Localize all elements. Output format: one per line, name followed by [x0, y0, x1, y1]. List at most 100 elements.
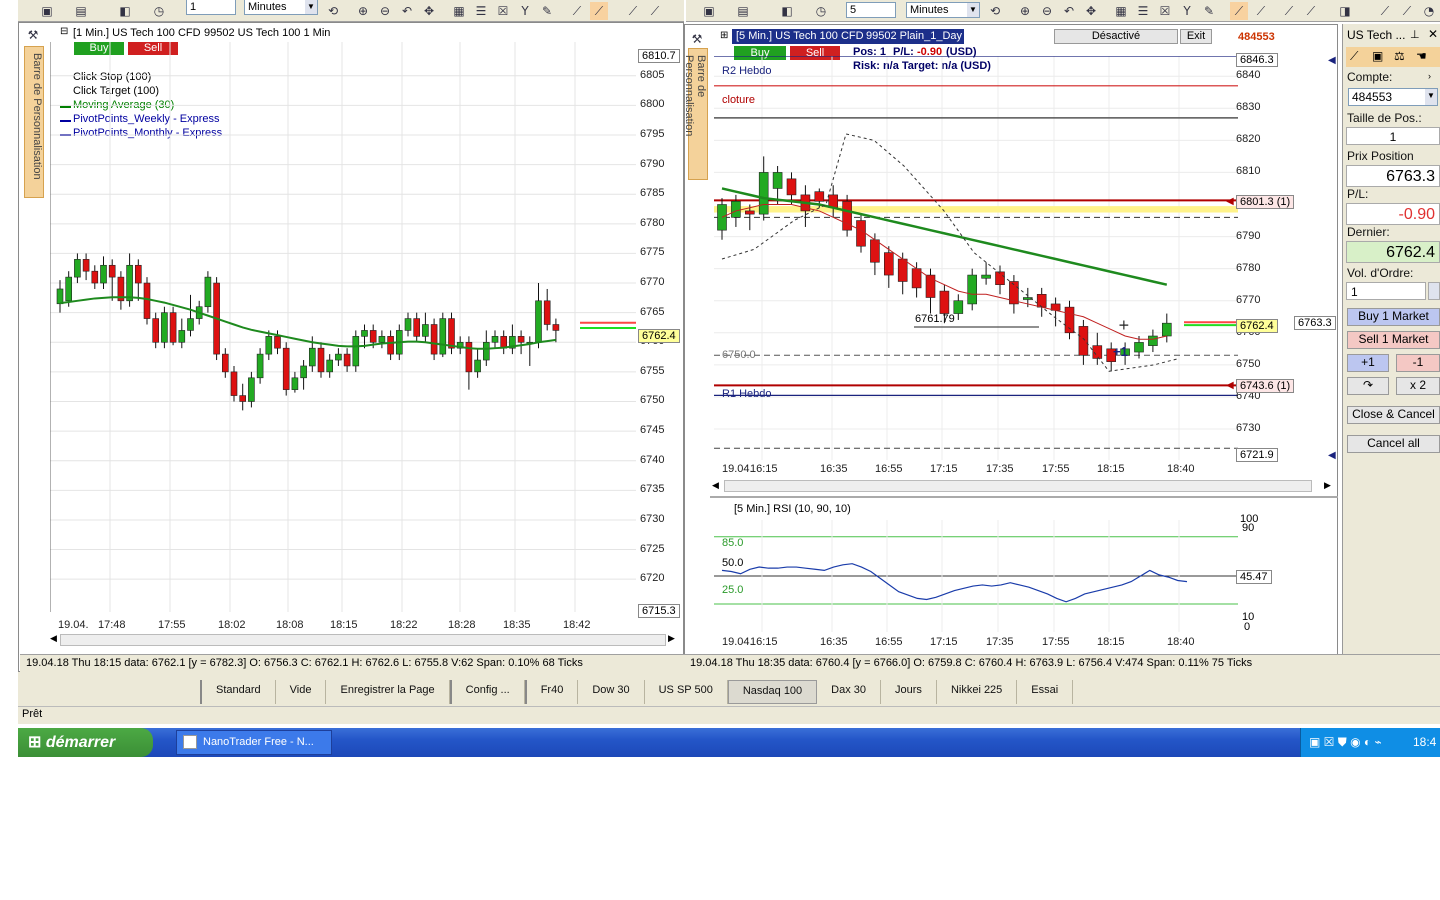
- unit-select[interactable]: Minutes ▼: [906, 2, 980, 18]
- collapse-icon[interactable]: ⊟: [60, 26, 68, 37]
- taskbar-item-nanotrader[interactable]: NanoTrader Free - N...: [176, 730, 332, 755]
- undo-icon[interactable]: ↶: [1060, 2, 1078, 20]
- vol-input[interactable]: 1: [1346, 282, 1426, 300]
- draw-icon[interactable]: ⟋: [1252, 2, 1270, 20]
- reverse-button[interactable]: ↷: [1347, 377, 1389, 395]
- chevron-down-icon[interactable]: ▼: [967, 3, 979, 17]
- trend-icon[interactable]: ⟋: [624, 2, 642, 20]
- tab-config[interactable]: Config ...: [449, 680, 525, 704]
- save-icon[interactable]: ▣: [700, 2, 718, 20]
- unit-select[interactable]: Minutes ▼: [244, 0, 318, 15]
- compte-arrow-icon[interactable]: ›: [1428, 71, 1431, 81]
- tab-jours[interactable]: Jours: [881, 680, 937, 704]
- scroll-left-icon[interactable]: ◀: [50, 633, 57, 644]
- trend2-icon[interactable]: ⟋: [1302, 2, 1320, 20]
- vol-stepper[interactable]: [1428, 282, 1440, 300]
- scroll-left-icon[interactable]: ◀: [712, 480, 719, 491]
- pin-icon[interactable]: ⊥: [1410, 28, 1420, 41]
- sell-market-button[interactable]: Sell 1 Market: [1347, 331, 1440, 349]
- props-icon[interactable]: ▦: [450, 2, 468, 20]
- scroll-marker-icon[interactable]: ◀: [1328, 55, 1336, 66]
- grid-tool-icon[interactable]: ▣: [1372, 49, 1383, 63]
- undo-icon[interactable]: ↶: [398, 2, 416, 20]
- scroll-right-icon[interactable]: ▶: [1324, 480, 1331, 491]
- zoom-in-icon[interactable]: ⊕: [354, 2, 372, 20]
- open-icon[interactable]: ▤: [72, 2, 90, 20]
- props-icon[interactable]: ▦: [1112, 2, 1130, 20]
- y-axis-icon[interactable]: Y: [1178, 2, 1196, 20]
- edit-icon[interactable]: ✎: [538, 2, 556, 20]
- interval-input[interactable]: 1: [186, 0, 236, 15]
- move-icon[interactable]: ✥: [1082, 2, 1100, 20]
- refresh-icon[interactable]: ⟲: [986, 2, 1004, 20]
- close-cancel-button[interactable]: Close & Cancel: [1347, 406, 1440, 424]
- cancel-all-button[interactable]: Cancel all: [1347, 435, 1440, 453]
- close-icon[interactable]: ✕: [1428, 27, 1438, 41]
- tools-icon[interactable]: ⚒: [24, 26, 42, 44]
- buy-market-button[interactable]: Buy 1 Market: [1347, 308, 1440, 326]
- taille-input[interactable]: 1: [1346, 127, 1440, 145]
- delete-icon[interactable]: ☒: [1156, 2, 1174, 20]
- clock-icon[interactable]: ◷: [812, 2, 830, 20]
- exit-button[interactable]: Exit: [1180, 29, 1212, 44]
- tab-fr40[interactable]: Fr40: [524, 680, 579, 704]
- draw-tool-icon[interactable]: ⟋: [1350, 49, 1358, 64]
- tab-us-sp-500[interactable]: US SP 500: [645, 680, 728, 704]
- delete-icon[interactable]: ☒: [494, 2, 512, 20]
- clock-icon[interactable]: ◷: [150, 2, 168, 20]
- tab-enregistrer-la-page[interactable]: Enregistrer la Page: [326, 680, 450, 704]
- y-axis-icon[interactable]: Y: [516, 2, 534, 20]
- start-button[interactable]: ⊞ démarrer: [18, 728, 153, 757]
- edit-icon[interactable]: ✎: [1200, 2, 1218, 20]
- refresh-icon[interactable]: ⟲: [324, 2, 342, 20]
- trend-icon[interactable]: ⟋: [1280, 2, 1298, 20]
- scroll-right-icon[interactable]: ▶: [668, 633, 675, 644]
- chart1-scrollbar[interactable]: [60, 634, 666, 646]
- minus-one-button[interactable]: -1: [1396, 354, 1440, 372]
- rsi-plot[interactable]: [714, 520, 1238, 632]
- chevron-down-icon[interactable]: ▼: [305, 0, 317, 14]
- chart1-sidebar[interactable]: Barre de Personnalisation: [24, 46, 44, 198]
- tray-icons[interactable]: ▣ ☒ ⛊ ◉ ◐ ⌁: [1309, 735, 1382, 750]
- tab-nikkei-225[interactable]: Nikkei 225: [937, 680, 1018, 704]
- list-icon[interactable]: ☰: [472, 2, 490, 20]
- chart2-scrollbar[interactable]: [724, 480, 1312, 492]
- panel-icon[interactable]: ◨: [1336, 2, 1354, 20]
- order-arrow-icon[interactable]: ◀: [1226, 196, 1234, 207]
- indicator-icon[interactable]: ◧: [116, 2, 134, 20]
- compte-select[interactable]: 484553 ▼: [1348, 88, 1438, 106]
- tab-standard[interactable]: Standard: [200, 680, 276, 704]
- hand-tool-icon[interactable]: ☚: [1416, 49, 1427, 63]
- expand-icon[interactable]: ⊞: [720, 30, 728, 41]
- open-icon[interactable]: ▤: [734, 2, 752, 20]
- save-icon[interactable]: ▣: [38, 2, 56, 20]
- desactive-button[interactable]: Désactivé: [1054, 29, 1178, 44]
- zoom-in-icon[interactable]: ⊕: [1016, 2, 1034, 20]
- tools-icon[interactable]: ⚒: [688, 30, 706, 48]
- tab-essai[interactable]: Essai: [1017, 680, 1074, 704]
- chart2-sidebar[interactable]: Barre de Personnalisation: [683, 48, 708, 180]
- chart2-plot[interactable]: +: [714, 56, 1238, 460]
- interval-input[interactable]: 5: [846, 2, 896, 18]
- line-chart-icon[interactable]: ⟋: [1230, 2, 1248, 20]
- zoom-out-icon[interactable]: ⊖: [1038, 2, 1056, 20]
- plus-one-button[interactable]: +1: [1347, 354, 1389, 372]
- tab-nasdaq-100[interactable]: Nasdaq 100: [727, 680, 818, 704]
- zoom-out-icon[interactable]: ⊖: [376, 2, 394, 20]
- tab-dow-30[interactable]: Dow 30: [578, 680, 645, 704]
- scale-tool-icon[interactable]: ⚖: [1394, 49, 1405, 63]
- list-icon[interactable]: ☰: [1134, 2, 1152, 20]
- x2-button[interactable]: x 2: [1396, 377, 1440, 395]
- trend2-icon[interactable]: ⟋: [646, 2, 664, 20]
- tab-vide[interactable]: Vide: [276, 680, 327, 704]
- line-chart-icon[interactable]: ⟋: [568, 2, 586, 20]
- tab-dax-30[interactable]: Dax 30: [817, 680, 882, 704]
- move-icon[interactable]: ✥: [420, 2, 438, 20]
- line2-icon[interactable]: ⟋: [1398, 2, 1416, 20]
- order-arrow-icon[interactable]: ◀: [1226, 380, 1234, 391]
- timer-icon[interactable]: ◔: [1420, 2, 1438, 20]
- draw-icon[interactable]: ⟋: [590, 2, 608, 20]
- scroll-marker-icon[interactable]: ◀: [1328, 450, 1336, 461]
- line-icon[interactable]: ⟋: [1376, 2, 1394, 20]
- chart1-plot[interactable]: [50, 42, 636, 612]
